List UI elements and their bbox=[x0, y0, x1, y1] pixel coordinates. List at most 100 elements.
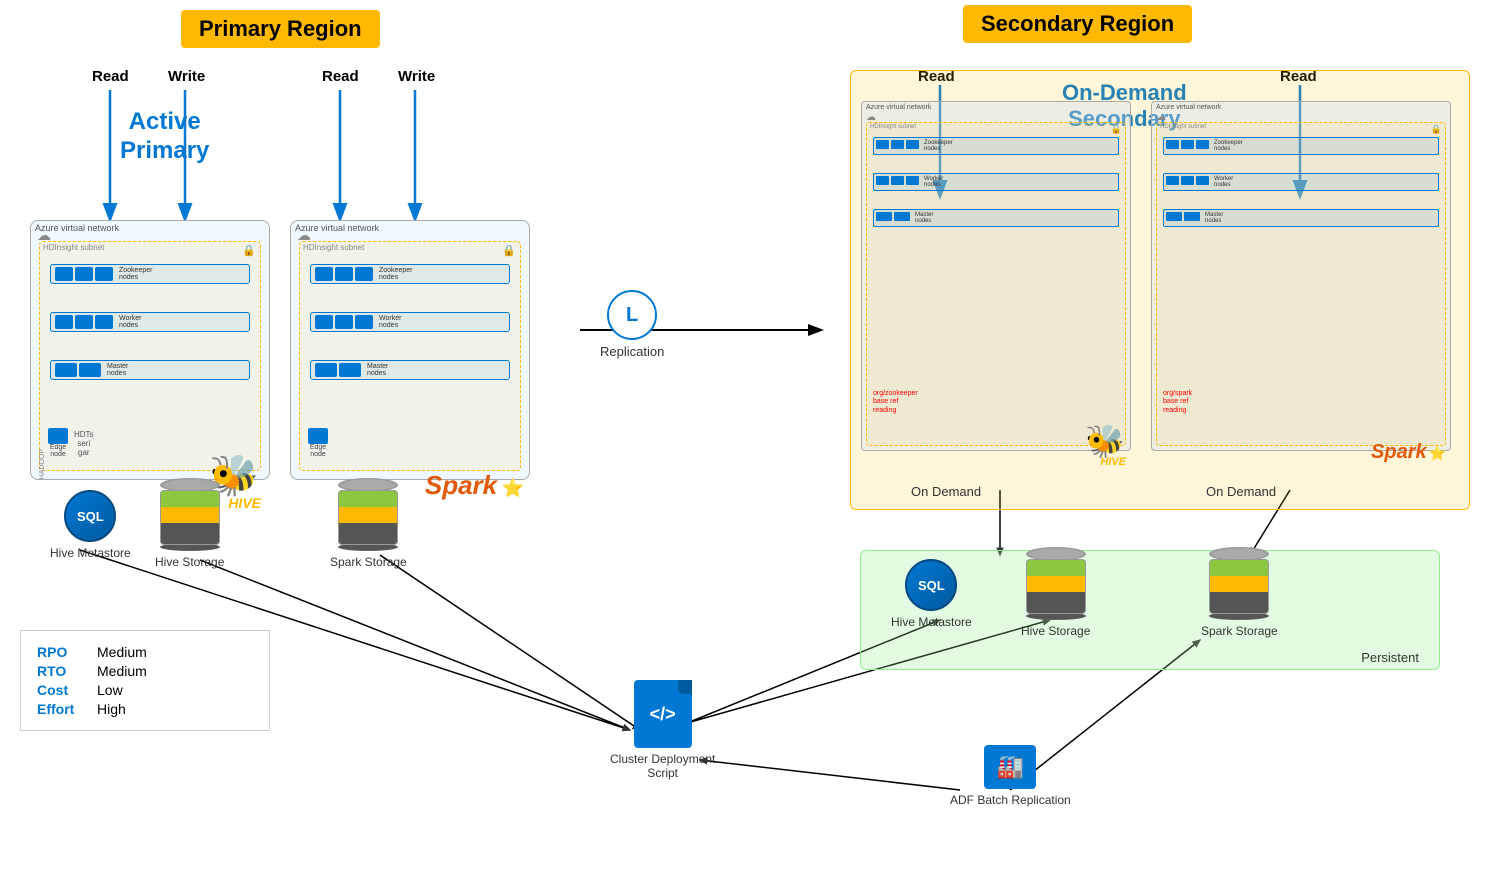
node-icon bbox=[339, 363, 361, 377]
sec-error: org/zookeeperbase refreading bbox=[873, 390, 918, 415]
secondary-hive-metastore: SQL Hive Metastore bbox=[891, 559, 972, 629]
spark-icon-pr: Spark ⭐ bbox=[425, 470, 524, 501]
script-doc-icon: </> bbox=[634, 680, 692, 748]
master-label: Masternodes bbox=[107, 363, 128, 377]
master-label-pr: Masternodes bbox=[367, 363, 388, 377]
zookeeper-pl: Zookeepernodes bbox=[50, 264, 250, 284]
sec-zookeeper: Zookeepernodes bbox=[873, 137, 1119, 155]
script-label: Cluster DeploymentScript bbox=[610, 752, 715, 780]
primary-hive-metastore: SQL Hive Metastore bbox=[50, 490, 131, 560]
node-icon bbox=[75, 315, 93, 329]
node-icon bbox=[55, 267, 73, 281]
adf-label: ADF Batch Replication bbox=[950, 793, 1071, 807]
hive-metastore-label: Hive Metastore bbox=[50, 546, 131, 560]
read-label-pl: Read bbox=[92, 68, 129, 85]
cyl-body bbox=[1209, 559, 1269, 614]
primary-hive-storage: Hive Storage bbox=[155, 478, 224, 569]
metric-cost: Cost Low bbox=[37, 682, 253, 698]
node-icon bbox=[95, 315, 113, 329]
hive-storage-label: Hive Storage bbox=[155, 555, 224, 569]
cyl-body bbox=[160, 490, 220, 545]
metric-rto-key: RTO bbox=[37, 663, 97, 679]
secondary-hive-storage: Hive Storage bbox=[1021, 547, 1090, 638]
master-pr: Masternodes bbox=[310, 360, 510, 380]
sec-hive-icon: 🐝 bbox=[1085, 422, 1125, 460]
sec-right-zookeeper: Zookeepernodes bbox=[1163, 137, 1439, 155]
secondary-region-box: Azure virtual network ☁ HDInsight subnet… bbox=[850, 70, 1470, 510]
metric-rto-val: Medium bbox=[97, 663, 147, 679]
sec-hive-text: HIVE bbox=[1100, 456, 1126, 468]
write-label-pr: Write bbox=[398, 68, 435, 85]
zookeeper-label-pr: Zookeepernodes bbox=[379, 267, 412, 281]
hadoop-pl: HADOOP bbox=[39, 449, 46, 479]
worker-pl: Workernodes bbox=[50, 312, 250, 332]
replication-indicator: L Replication bbox=[600, 290, 664, 359]
secondary-left-hdi: HDInsight subnet 🔒 Zookeepernodes Worker… bbox=[866, 122, 1126, 446]
on-demand-label-left: On Demand bbox=[911, 484, 981, 499]
cyl-body bbox=[1026, 559, 1086, 614]
hdi-box-pl: HDInsight subnet 🔒 Zookeepernodes Worker… bbox=[39, 241, 261, 471]
node-icon bbox=[335, 267, 353, 281]
worker-label-pr: Workernodes bbox=[379, 315, 401, 329]
metric-rto: RTO Medium bbox=[37, 663, 253, 679]
node-icon bbox=[79, 363, 101, 377]
hdi-box-pr: HDInsight subnet 🔒 Zookeepernodes Worker… bbox=[299, 241, 521, 471]
cluster-deployment-script: </> Cluster DeploymentScript bbox=[610, 680, 715, 780]
metric-rpo-key: RPO bbox=[37, 644, 97, 660]
node-icon bbox=[95, 267, 113, 281]
hive-text-pl: HIVE bbox=[228, 495, 261, 511]
metric-rpo: RPO Medium bbox=[37, 644, 253, 660]
persistent-label: Persistent bbox=[1361, 650, 1419, 665]
sql-circle-sec: SQL bbox=[905, 559, 957, 611]
write-label-pl: Write bbox=[168, 68, 205, 85]
edge-area-pl: Edgenode HDTsserigar bbox=[48, 428, 94, 458]
active-primary-label: ActivePrimary bbox=[120, 108, 209, 166]
metric-rpo-val: Medium bbox=[97, 644, 147, 660]
sec-right-worker: Workernodes bbox=[1163, 173, 1439, 191]
secondary-region-label: Secondary Region bbox=[963, 5, 1192, 43]
read-label-pr: Read bbox=[322, 68, 359, 85]
diagram-container: Primary Region Secondary Region Read Wri… bbox=[0, 0, 1485, 871]
node-icon bbox=[315, 363, 337, 377]
worker-pr: Workernodes bbox=[310, 312, 510, 332]
node-icon bbox=[55, 363, 77, 377]
sec-right-error: org/sparkbase refreading bbox=[1163, 390, 1192, 415]
sql-circle: SQL bbox=[64, 490, 116, 542]
on-demand-label-right: On Demand bbox=[1206, 484, 1276, 499]
replication-label: Replication bbox=[600, 344, 664, 359]
node-icon bbox=[75, 267, 93, 281]
sec-right-master: Masternodes bbox=[1163, 209, 1439, 227]
node-icon bbox=[315, 315, 333, 329]
node-icon bbox=[335, 315, 353, 329]
sec-hive-storage-label: Hive Storage bbox=[1021, 624, 1090, 638]
sec-spark-icon: Spark ⭐ bbox=[1371, 441, 1446, 464]
zookeeper-pr: Zookeepernodes bbox=[310, 264, 510, 284]
persistent-box: SQL Hive Metastore Hive Storage Spark St… bbox=[860, 550, 1440, 670]
sec-spark-storage-label: Spark Storage bbox=[1201, 624, 1278, 638]
sec-master: Masternodes bbox=[873, 209, 1119, 227]
metric-effort-key: Effort bbox=[37, 701, 97, 717]
primary-right-vnet: Azure virtual network ☁ HDInsight subnet… bbox=[290, 220, 530, 480]
metric-effort: Effort High bbox=[37, 701, 253, 717]
primary-spark-storage: Spark Storage bbox=[330, 478, 407, 569]
replication-icon: L bbox=[607, 290, 657, 340]
cyl-body bbox=[338, 490, 398, 545]
metric-effort-val: High bbox=[97, 701, 126, 717]
metric-cost-val: Low bbox=[97, 682, 123, 698]
secondary-right-hdi: HDInsight subnet 🔒 Zookeepernodes Worker… bbox=[1156, 122, 1446, 446]
metric-cost-key: Cost bbox=[37, 682, 97, 698]
secondary-spark-storage: Spark Storage bbox=[1201, 547, 1278, 638]
node-icon bbox=[55, 315, 73, 329]
worker-label: Workernodes bbox=[119, 315, 141, 329]
spark-storage-label: Spark Storage bbox=[330, 555, 407, 569]
edge-area-pr: Edgenode bbox=[308, 428, 328, 458]
primary-left-vnet: Azure virtual network ☁ HDInsight subnet… bbox=[30, 220, 270, 480]
sec-hive-metastore-label: Hive Metastore bbox=[891, 615, 972, 629]
zookeeper-label: Zookeepernodes bbox=[119, 267, 152, 281]
master-pl: Masternodes bbox=[50, 360, 250, 380]
adf-factory-icon: 🏭 bbox=[984, 745, 1036, 789]
primary-region-label: Primary Region bbox=[181, 10, 380, 48]
node-icon bbox=[315, 267, 333, 281]
sec-worker: Workernodes bbox=[873, 173, 1119, 191]
node-icon bbox=[355, 267, 373, 281]
